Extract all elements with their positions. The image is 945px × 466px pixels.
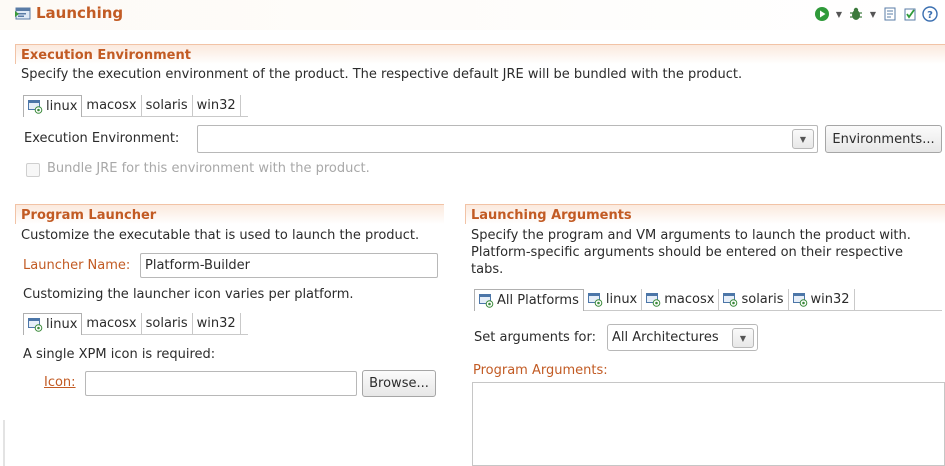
tab-label: All Platforms — [497, 293, 579, 308]
execution-description: Specify the execution environment of the… — [21, 67, 743, 82]
chevron-down-icon[interactable]: ▼ — [732, 328, 754, 348]
platform-icon — [479, 293, 494, 308]
help-icon[interactable]: ? — [921, 5, 939, 23]
arguments-description-line1: Specify the program and VM arguments to … — [471, 228, 911, 243]
tab-macosx[interactable]: macosx — [82, 95, 142, 116]
launcher-platform-tabs: linux macosx solaris win32 — [23, 313, 248, 335]
tab-label: win32 — [810, 292, 850, 307]
platform-icon — [646, 292, 661, 307]
platform-icon — [28, 99, 43, 114]
tab-label: win32 — [196, 316, 236, 331]
tab-label: linux — [46, 317, 78, 332]
launcher-name-label: Launcher Name: — [23, 258, 131, 273]
execution-platform-tabs: linux macosx solaris win32 — [23, 95, 248, 117]
tab-all-platforms[interactable]: All Platforms — [474, 289, 584, 311]
tab-win32[interactable]: win32 — [788, 289, 855, 310]
tab-label: solaris — [741, 292, 784, 307]
launcher-description: Customize the executable that is used to… — [21, 228, 420, 243]
tab-solaris[interactable]: solaris — [719, 289, 789, 310]
tab-label: macosx — [86, 98, 137, 113]
left-edge-divider — [3, 420, 5, 466]
tab-label: linux — [605, 292, 638, 307]
execution-environment-label: Execution Environment: — [24, 131, 180, 146]
program-arguments-textarea[interactable] — [472, 382, 945, 466]
tab-linux[interactable]: linux — [23, 95, 83, 117]
tab-win32[interactable]: win32 — [192, 313, 241, 334]
arguments-section-title: Launching Arguments — [471, 208, 632, 223]
tab-win32[interactable]: win32 — [192, 95, 241, 116]
tab-solaris[interactable]: solaris — [141, 313, 193, 334]
arguments-description-line2: Platform-specific arguments should be en… — [471, 245, 903, 260]
run-icon[interactable] — [813, 5, 831, 23]
program-arguments-label: Program Arguments: — [473, 363, 608, 378]
launcher-name-value: Platform-Builder — [145, 258, 251, 273]
browse-button[interactable]: Browse... — [362, 370, 436, 397]
chevron-down-icon[interactable]: ▼ — [792, 129, 814, 149]
tab-label: solaris — [145, 316, 188, 331]
set-arguments-label: Set arguments for: — [474, 330, 596, 345]
platform-icon — [723, 292, 738, 307]
platform-icon — [792, 292, 808, 307]
tab-label: win32 — [196, 98, 236, 113]
tab-macosx[interactable]: macosx — [642, 289, 720, 310]
arguments-platform-tabs: All Platforms linux macosx solaris win32 — [474, 289, 942, 311]
icon-path-input[interactable] — [85, 371, 357, 396]
platform-icon — [587, 292, 603, 307]
launcher-section-title: Program Launcher — [21, 208, 157, 223]
bundle-jre-label: Bundle JRE for this environment with the… — [47, 161, 370, 176]
validate-icon[interactable] — [901, 5, 919, 23]
page-title: Launching — [36, 4, 124, 22]
bundle-jre-checkbox[interactable] — [26, 163, 40, 177]
architecture-value: All Architectures — [612, 330, 719, 345]
launcher-icon-note: Customizing the launcher icon varies per… — [23, 287, 354, 302]
run-dropdown-icon[interactable]: ▼ — [833, 5, 845, 23]
tab-macosx[interactable]: macosx — [82, 313, 142, 334]
debug-icon[interactable] — [847, 5, 865, 23]
debug-dropdown-icon[interactable]: ▼ — [867, 5, 879, 23]
platform-icon — [28, 317, 43, 332]
xpm-note: A single XPM icon is required: — [23, 347, 216, 362]
launcher-name-input[interactable]: Platform-Builder — [140, 253, 438, 278]
arguments-description-line3: tabs. — [471, 262, 504, 277]
svg-text:?: ? — [927, 10, 933, 21]
export-icon[interactable] — [881, 5, 899, 23]
tab-solaris[interactable]: solaris — [141, 95, 193, 116]
tab-label: linux — [46, 99, 78, 114]
execution-section-title: Execution Environment — [21, 48, 191, 63]
tab-label: solaris — [145, 98, 188, 113]
tab-label: macosx — [664, 292, 715, 307]
form-header: Launching ▼ ▼ ? — [0, 0, 945, 30]
tab-linux[interactable]: linux — [23, 313, 83, 335]
tab-linux[interactable]: linux — [583, 289, 643, 310]
icon-link[interactable]: Icon: — [44, 375, 76, 390]
environments-button[interactable]: Environments... — [825, 125, 942, 153]
header-toolbar: ▼ ▼ ? — [813, 5, 939, 23]
tab-label: macosx — [86, 316, 137, 331]
execution-environment-combo[interactable] — [197, 125, 818, 153]
launching-page-icon — [15, 7, 31, 25]
